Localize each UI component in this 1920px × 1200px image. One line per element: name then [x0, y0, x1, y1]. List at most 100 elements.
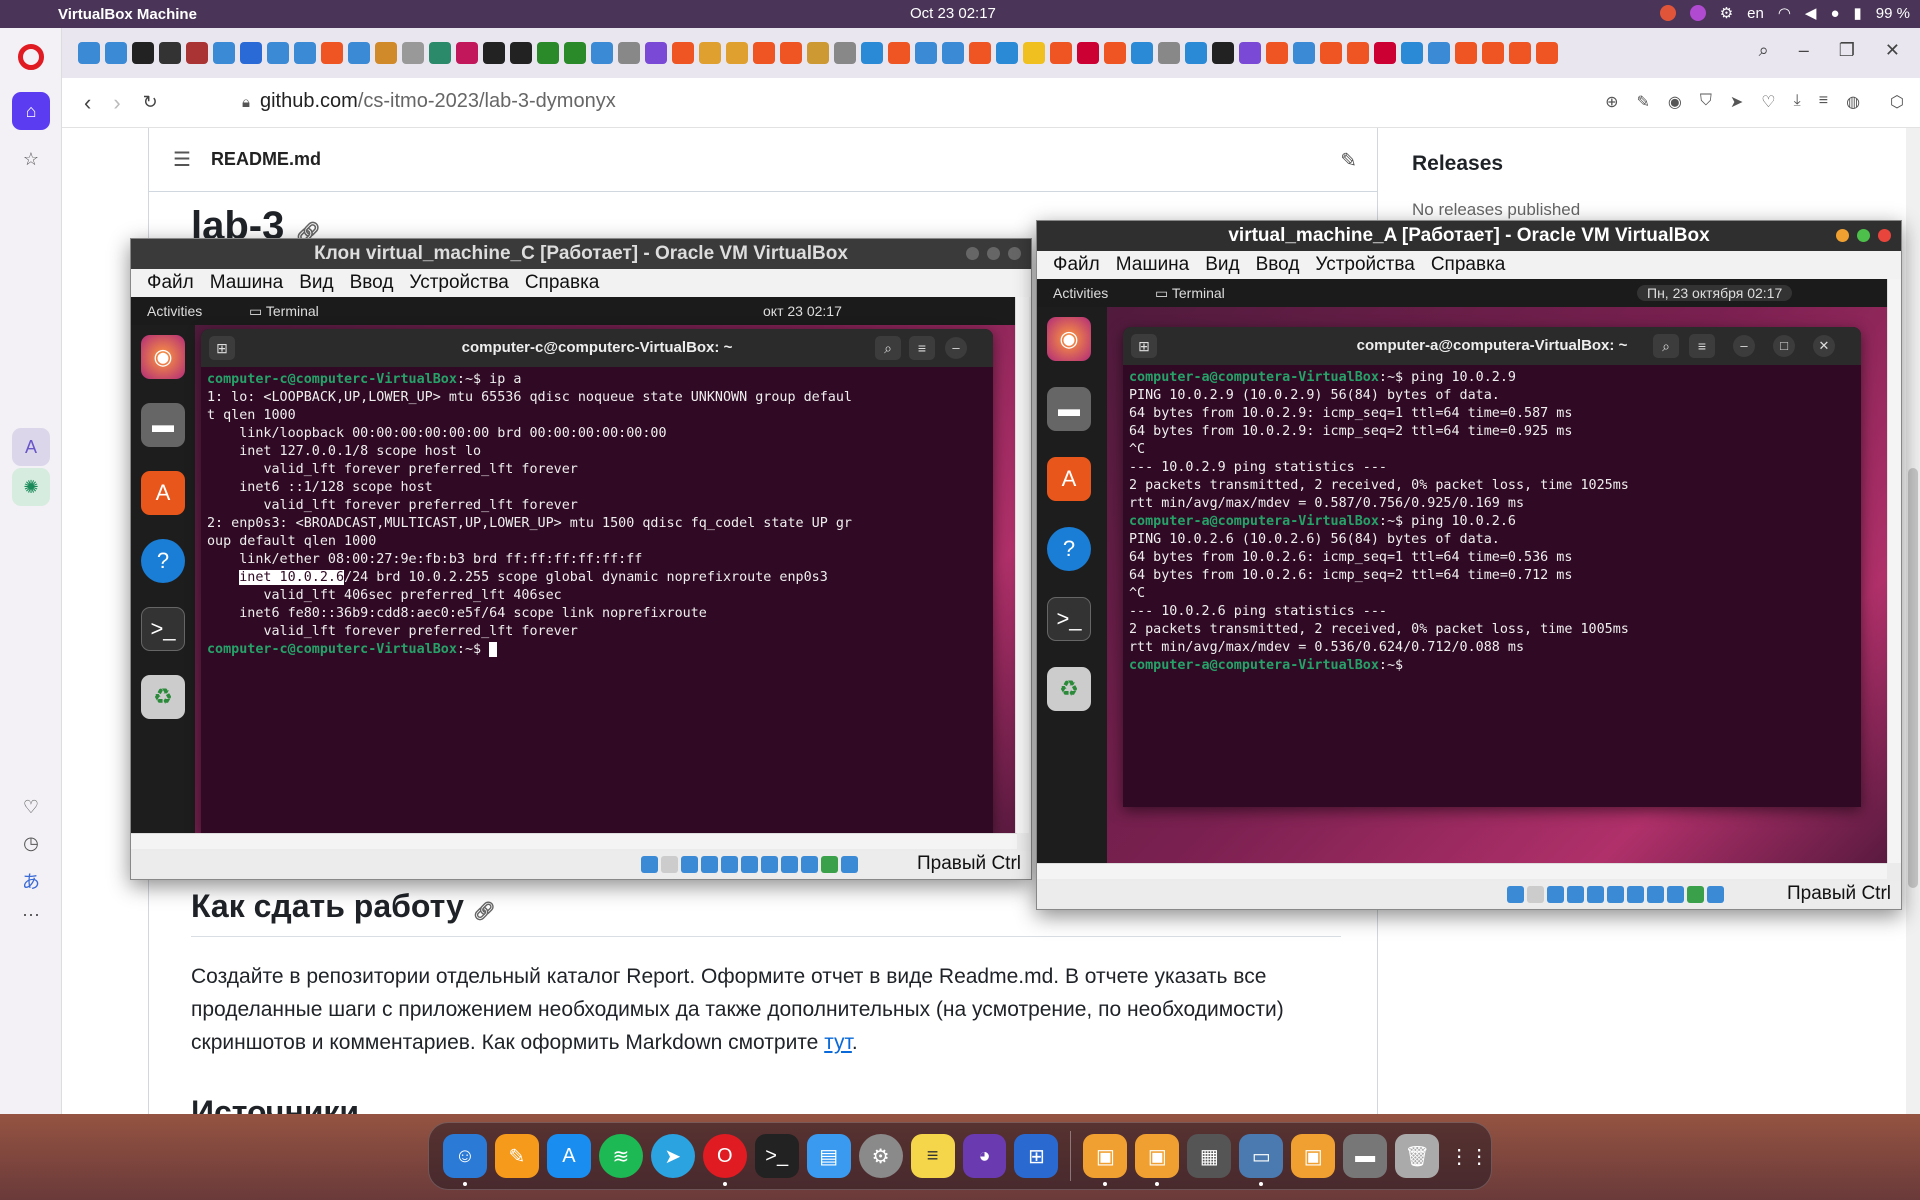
pencil-icon[interactable]: ✎ — [1340, 148, 1357, 173]
battery-icon[interactable]: ▮ — [1854, 4, 1862, 22]
browser-tab[interactable] — [186, 42, 208, 64]
url-field[interactable]: 🔒︎ github.com/cs-itmo-2023/lab-3-dymonyx — [242, 90, 616, 113]
vm-status-icon[interactable] — [1547, 886, 1564, 903]
help-icon[interactable]: ? — [1047, 527, 1091, 571]
browser-tab[interactable] — [537, 42, 559, 64]
send-icon[interactable]: ➤ — [1730, 92, 1743, 112]
settings-icon[interactable]: ⚙ — [858, 1134, 903, 1178]
files-icon[interactable]: ▬ — [1047, 387, 1091, 431]
translate-icon[interactable]: あ — [12, 862, 50, 900]
vm-status-icon[interactable] — [1627, 886, 1644, 903]
browser-tab[interactable] — [996, 42, 1018, 64]
launchpad-icon[interactable]: ⋮⋮ — [1447, 1134, 1491, 1178]
browser-tab[interactable] — [267, 42, 289, 64]
browser-tab[interactable] — [213, 42, 235, 64]
volume-icon[interactable]: ◀ — [1805, 4, 1817, 22]
browser-tab[interactable] — [1428, 42, 1450, 64]
vm-status-icon[interactable] — [1587, 886, 1604, 903]
trash-icon[interactable]: 🗑︎ — [1395, 1134, 1440, 1178]
browser-tab[interactable] — [483, 42, 505, 64]
heart-icon[interactable]: ♡ — [1761, 92, 1775, 112]
menu-devices[interactable]: Устройства — [1315, 254, 1414, 276]
browser-tab[interactable] — [1482, 42, 1504, 64]
minimize-button[interactable] — [966, 247, 979, 260]
mic-icon[interactable]: ● — [1830, 5, 1839, 22]
menubar-app-name[interactable]: VirtualBox Machine — [58, 6, 197, 23]
notes-icon[interactable]: ≡ — [910, 1134, 955, 1178]
vm-a-guest-screen[interactable]: Activities ▭ Terminal Пн, 23 октября 02:… — [1037, 279, 1887, 863]
virtualbox-vm-icon[interactable]: ▣ — [1083, 1134, 1128, 1186]
app-center-icon[interactable]: A — [141, 471, 185, 515]
trash-icon[interactable]: ♻ — [141, 675, 185, 719]
maximize-button[interactable] — [987, 247, 1000, 260]
app-center-icon[interactable]: A — [1047, 457, 1091, 501]
menu-input[interactable]: Ввод — [1256, 254, 1300, 276]
vm-a-hscrollbar[interactable] — [1037, 863, 1887, 879]
browser-tab[interactable] — [915, 42, 937, 64]
browser-tab[interactable] — [1050, 42, 1072, 64]
hamburger-icon[interactable]: ≡ — [1689, 334, 1715, 358]
browser-tab[interactable] — [969, 42, 991, 64]
firefox-icon[interactable]: ◉ — [1047, 317, 1091, 361]
heart-icon[interactable]: ♡ — [12, 788, 50, 826]
status-app-icon[interactable] — [1659, 5, 1676, 21]
back-icon[interactable]: ‹ — [84, 90, 91, 116]
scrollbar-thumb[interactable] — [1908, 468, 1918, 888]
star-icon[interactable]: ☆ — [12, 140, 50, 178]
browser-tab[interactable] — [1455, 42, 1477, 64]
browser-tab[interactable] — [1077, 42, 1099, 64]
vm-status-icon[interactable] — [801, 856, 818, 873]
activities-button[interactable]: Activities — [1053, 285, 1108, 301]
terminal-output[interactable]: computer-c@computerc-VirtualBox:~$ ip a … — [201, 367, 993, 663]
new-tab-icon[interactable]: ⊞ — [1131, 334, 1157, 358]
spotify-icon[interactable]: ≋ — [598, 1134, 643, 1178]
new-tab-icon[interactable]: ⊞ — [209, 336, 235, 360]
search-tabs-icon[interactable]: ⌕ — [1759, 40, 1769, 61]
vm-a-vscrollbar[interactable] — [1887, 279, 1901, 863]
browser-tab[interactable] — [645, 42, 667, 64]
vm-status-icon[interactable] — [841, 856, 858, 873]
vm-c-hscrollbar[interactable] — [131, 833, 1017, 849]
close-button[interactable] — [1878, 229, 1891, 242]
host-key-label[interactable]: Правый Ctrl — [1787, 883, 1891, 905]
input-language[interactable]: en — [1747, 5, 1764, 22]
vm-status-icon[interactable] — [1507, 886, 1524, 903]
vm-status-icon[interactable] — [761, 856, 778, 873]
vm-c-guest-screen[interactable]: Activities ▭ Terminal окт 23 02:17 ◉ ▬ A… — [131, 297, 1015, 833]
menu-file[interactable]: Файл — [147, 272, 194, 294]
browser-tab[interactable] — [591, 42, 613, 64]
camera-icon[interactable]: ◉ — [1668, 92, 1682, 112]
vm-status-icon[interactable] — [1707, 886, 1724, 903]
browser-tab[interactable] — [1266, 42, 1288, 64]
terminal-icon[interactable]: >_ — [141, 607, 185, 651]
browser-tab[interactable] — [78, 42, 100, 64]
app-store-icon[interactable]: A — [546, 1134, 591, 1178]
vm-status-icon[interactable] — [1667, 886, 1684, 903]
vm-status-icon[interactable] — [821, 856, 838, 873]
browser-tab[interactable] — [159, 42, 181, 64]
browser-tab[interactable] — [240, 42, 262, 64]
microsoft-remote-icon[interactable]: ⊞ — [1014, 1134, 1059, 1178]
maximize-icon[interactable]: □ — [1773, 335, 1795, 357]
vm-a-title-bar[interactable]: virtual_machine_A [Работает] - Oracle VM… — [1037, 221, 1901, 251]
terminal-app-menu[interactable]: ▭ Terminal — [249, 303, 319, 320]
sidebar-app-icon[interactable]: A — [12, 428, 50, 466]
terminal-app-menu[interactable]: ▭ Terminal — [1155, 285, 1225, 302]
browser-tab[interactable] — [780, 42, 802, 64]
maximize-button[interactable] — [1857, 229, 1870, 242]
page-scrollbar[interactable] — [1906, 128, 1920, 1114]
terminal-icon[interactable]: >_ — [1047, 597, 1091, 641]
browser-tab[interactable] — [132, 42, 154, 64]
vm-c-title-bar[interactable]: Клон virtual_machine_C [Работает] - Orac… — [131, 239, 1031, 269]
vm-status-icon[interactable] — [1687, 886, 1704, 903]
help-icon[interactable]: ? — [141, 539, 185, 583]
vm-status-icon[interactable] — [641, 856, 658, 873]
browser-tab[interactable] — [1536, 42, 1558, 64]
close-icon[interactable]: ✕ — [1813, 335, 1835, 357]
search-icon[interactable]: ⌕ — [875, 336, 901, 360]
browser-tab[interactable] — [294, 42, 316, 64]
close-icon[interactable]: ✕ — [1885, 40, 1900, 61]
browser-tab[interactable] — [402, 42, 424, 64]
menu-help[interactable]: Справка — [1431, 254, 1506, 276]
files-icon[interactable]: ▤ — [806, 1134, 851, 1178]
